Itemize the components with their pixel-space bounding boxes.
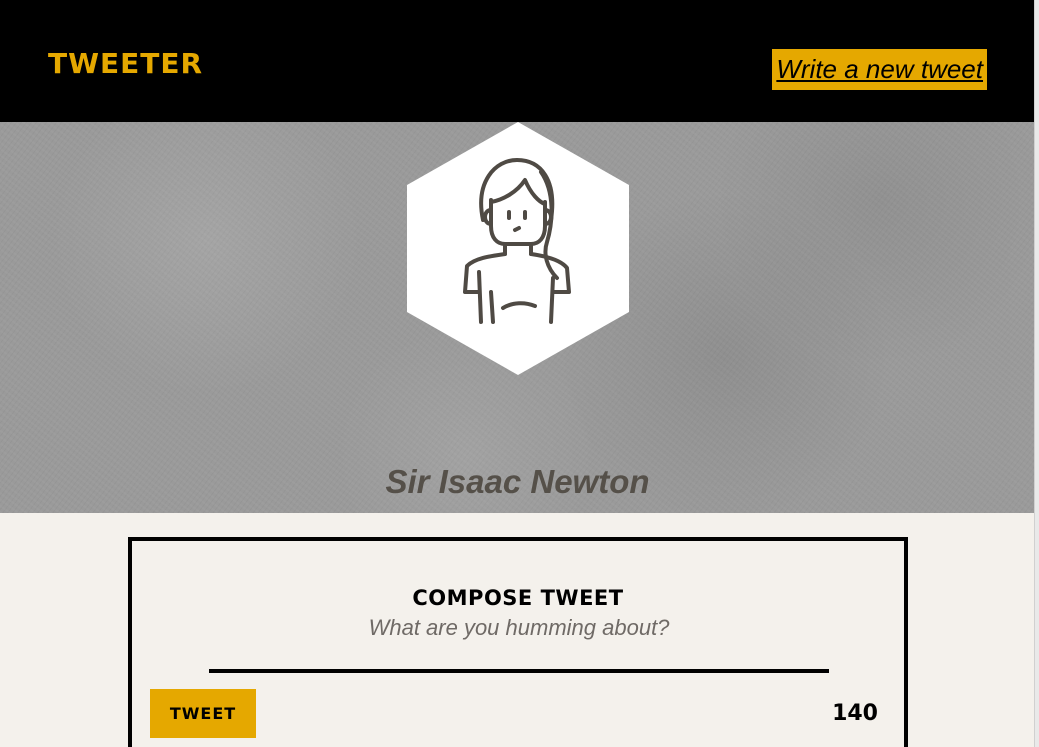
compose-title: Compose Tweet: [412, 586, 624, 610]
write-new-tweet-link[interactable]: Write a new tweet: [772, 49, 987, 90]
tweet-button[interactable]: Tweet: [150, 689, 256, 738]
page: TWEETER Write a new tweet Sir Isaac Newt…: [0, 0, 1039, 747]
tweet-input[interactable]: [209, 611, 829, 673]
scrollbar-track[interactable]: [1034, 0, 1039, 747]
char-counter: 140: [832, 701, 878, 726]
user-avatar-icon: [407, 122, 629, 375]
brand-logo[interactable]: TWEETER: [48, 50, 203, 78]
compose-tweet-panel: Compose Tweet Tweet 140: [128, 537, 908, 747]
profile-header: Sir Isaac Newton: [0, 122, 1035, 513]
profile-name: Sir Isaac Newton: [385, 463, 650, 501]
avatar: [407, 122, 629, 375]
top-nav: TWEETER Write a new tweet: [0, 0, 1035, 122]
